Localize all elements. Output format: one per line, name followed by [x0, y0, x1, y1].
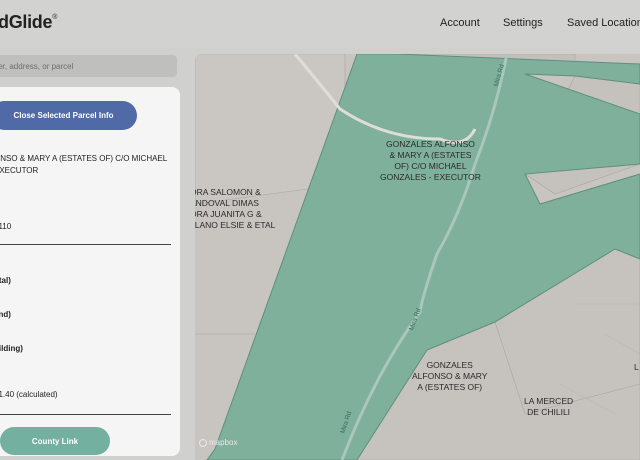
building-value-label: uilding) — [0, 344, 23, 353]
close-parcel-info-button[interactable]: Close Selected Parcel Info — [0, 101, 137, 130]
parcel-label-edge: L — [634, 362, 639, 372]
parcel-label-la-merced: LA MERCED DE CHILILI — [524, 396, 574, 417]
parcel-info-panel: Close Selected Parcel Info ONSO & MARY A… — [0, 87, 180, 456]
owner-name-line1: ONSO & MARY A (ESTATES OF) C/O MICHAEL — [0, 154, 168, 163]
app-logo[interactable]: dGlide® — [0, 12, 57, 33]
divider — [0, 244, 171, 245]
owner-name: ONSO & MARY A (ESTATES OF) C/O MICHAEL E… — [0, 153, 174, 177]
top-navigation-bar: dGlide® Account Settings Saved Locations — [0, 0, 640, 48]
county-link-button[interactable]: County Link — [0, 427, 110, 455]
land-value-label: and) — [0, 310, 11, 319]
parcel-label-west: ORA SALOMON & ANDOVAL DIMAS ORA JUANITA … — [195, 187, 276, 230]
parcel-map[interactable]: GONZALES ALFONSO & MARY A (ESTATES OF) C… — [195, 54, 640, 460]
nav-settings[interactable]: Settings — [503, 17, 543, 29]
total-value-label: otal) — [0, 276, 11, 285]
parcel-id: 0110 — [0, 222, 12, 231]
mapbox-logo-icon — [199, 438, 207, 447]
map-canvas[interactable] — [195, 54, 640, 460]
parcel-label-south: GONZALES ALFONSO & MARY A (ESTATES OF) — [412, 360, 488, 392]
search-bar — [0, 55, 177, 77]
search-input[interactable] — [0, 55, 158, 77]
mapbox-attribution[interactable]: mapbox — [199, 438, 237, 447]
nav-account[interactable]: Account — [440, 17, 480, 29]
calculated-value: $1.40 (calculated) — [0, 390, 58, 399]
owner-name-line2: EXECUTOR — [0, 166, 39, 175]
nav-saved-locations[interactable]: Saved Locations — [567, 17, 640, 29]
divider — [0, 414, 171, 415]
parcel-label-selected: GONZALES ALFONSO & MARY A (ESTATES OF) C… — [380, 139, 481, 182]
